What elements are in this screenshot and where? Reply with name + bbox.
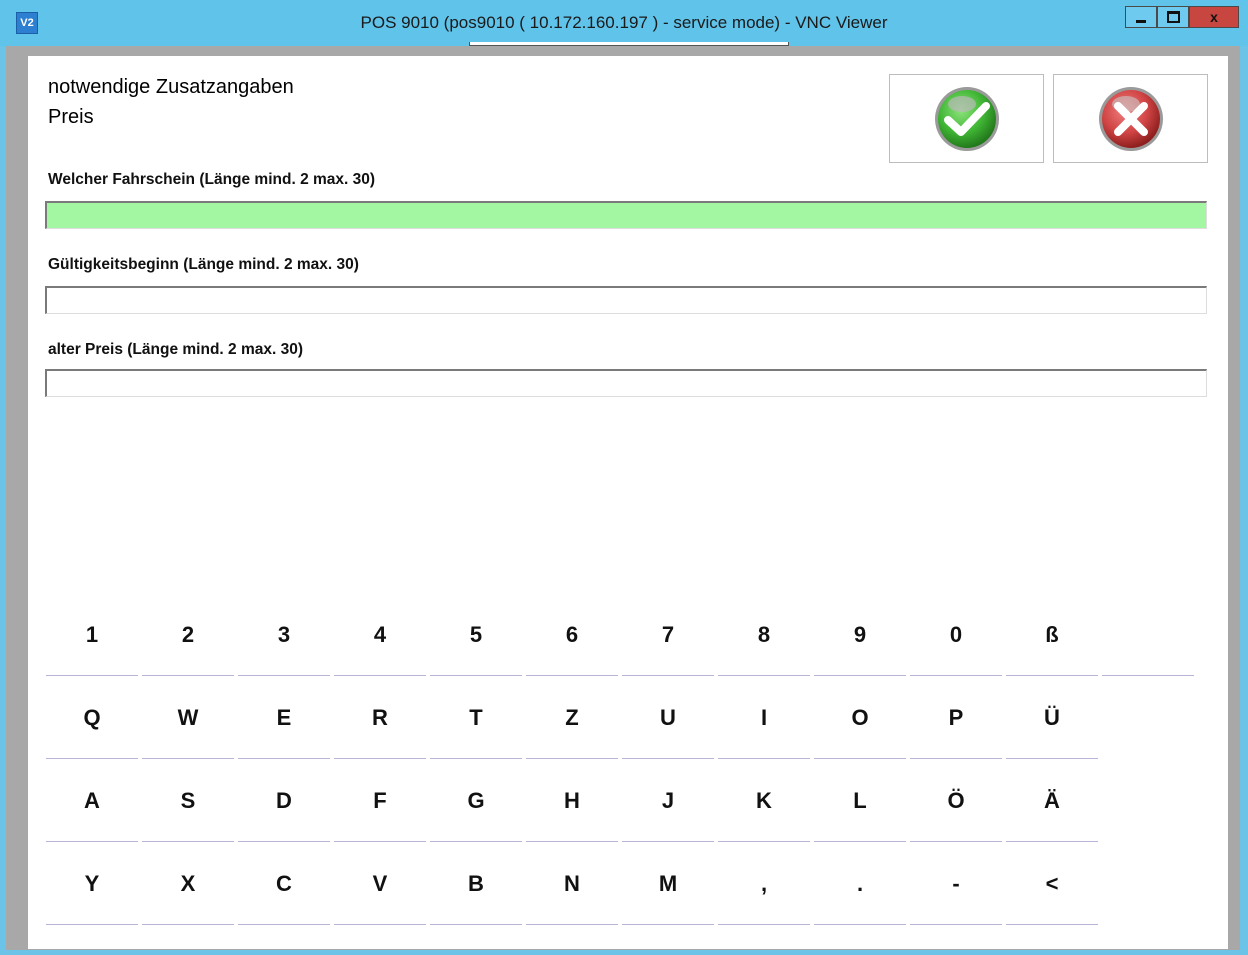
keyboard-key[interactable]: 9 — [814, 594, 906, 676]
cancel-button[interactable] — [1053, 74, 1208, 163]
validity-start-field-label: Gültigkeitsbeginn (Länge mind. 2 max. 30… — [48, 256, 359, 273]
keyboard-key[interactable]: A — [46, 760, 138, 842]
dialog-title: notwendige Zusatzangaben — [48, 76, 294, 98]
green-check-icon — [934, 86, 999, 151]
keyboard-key[interactable]: 7 — [622, 594, 714, 676]
keyboard-key[interactable]: 4 — [334, 594, 426, 676]
keyboard-key[interactable]: S — [142, 760, 234, 842]
minimize-button[interactable] — [1125, 6, 1157, 28]
keyboard-key[interactable]: I — [718, 677, 810, 759]
maximize-icon — [1166, 11, 1180, 23]
keyboard-key[interactable]: L — [814, 760, 906, 842]
keyboard-key[interactable]: H — [526, 760, 618, 842]
keyboard-key[interactable]: Q — [46, 677, 138, 759]
keyboard-key[interactable]: Ä — [1006, 760, 1098, 842]
keyboard-key[interactable]: - — [910, 843, 1002, 925]
keyboard-key[interactable]: 0 — [910, 594, 1002, 676]
keyboard-key[interactable]: K — [718, 760, 810, 842]
dialog-subtitle: Preis — [48, 106, 94, 128]
keyboard-key[interactable]: Ü — [1006, 677, 1098, 759]
keyboard-key[interactable]: O — [814, 677, 906, 759]
keyboard-key[interactable]: ß — [1006, 594, 1098, 676]
keyboard-key[interactable]: 3 — [238, 594, 330, 676]
keyboard-key-blank — [1102, 594, 1194, 676]
keyboard-key[interactable]: P — [910, 677, 1002, 759]
keyboard-key[interactable]: E — [238, 677, 330, 759]
keyboard-key[interactable]: R — [334, 677, 426, 759]
close-icon: x — [1210, 9, 1218, 25]
keyboard-key[interactable]: C — [238, 843, 330, 925]
keyboard-key[interactable]: N — [526, 843, 618, 925]
keyboard-key[interactable]: Z — [526, 677, 618, 759]
minimize-icon — [1136, 19, 1146, 23]
keyboard-key[interactable]: 2 — [142, 594, 234, 676]
keyboard-key[interactable]: T — [430, 677, 522, 759]
close-button[interactable]: x — [1189, 6, 1239, 28]
keyboard-key[interactable]: , — [718, 843, 810, 925]
keyboard-key[interactable]: . — [814, 843, 906, 925]
keyboard-key[interactable]: D — [238, 760, 330, 842]
keyboard-key[interactable]: B — [430, 843, 522, 925]
keyboard-key[interactable]: Y — [46, 843, 138, 925]
keyboard-key[interactable]: 6 — [526, 594, 618, 676]
validity-start-input[interactable] — [45, 286, 1207, 314]
maximize-button[interactable] — [1157, 6, 1189, 28]
old-price-input[interactable] — [45, 369, 1207, 397]
red-x-icon — [1098, 86, 1163, 151]
keyboard-key[interactable]: 1 — [46, 594, 138, 676]
old-price-field-label: alter Preis (Länge mind. 2 max. 30) — [48, 341, 303, 358]
keyboard-key[interactable]: U — [622, 677, 714, 759]
window-title: POS 9010 (pos9010 ( 10.172.160.197 ) - s… — [360, 13, 888, 32]
ticket-input[interactable] — [45, 201, 1207, 229]
keyboard-key[interactable]: F — [334, 760, 426, 842]
keyboard-key[interactable]: J — [622, 760, 714, 842]
confirm-button[interactable] — [889, 74, 1044, 163]
keyboard-key[interactable]: 8 — [718, 594, 810, 676]
keyboard-key[interactable]: M — [622, 843, 714, 925]
window-titlebar[interactable]: V2 POS 9010 (pos9010 ( 10.172.160.197 ) … — [0, 0, 1248, 46]
keyboard-key[interactable]: 5 — [430, 594, 522, 676]
keyboard-key[interactable]: W — [142, 677, 234, 759]
dialog-panel: notwendige Zusatzangaben Preis Welcher F… — [28, 56, 1228, 949]
ticket-field-label: Welcher Fahrschein (Länge mind. 2 max. 3… — [48, 171, 376, 188]
keyboard-key[interactable]: V — [334, 843, 426, 925]
keyboard-key[interactable]: X — [142, 843, 234, 925]
keyboard-key[interactable]: Ö — [910, 760, 1002, 842]
keyboard-key[interactable]: G — [430, 760, 522, 842]
keyboard-key[interactable]: < — [1006, 843, 1098, 925]
